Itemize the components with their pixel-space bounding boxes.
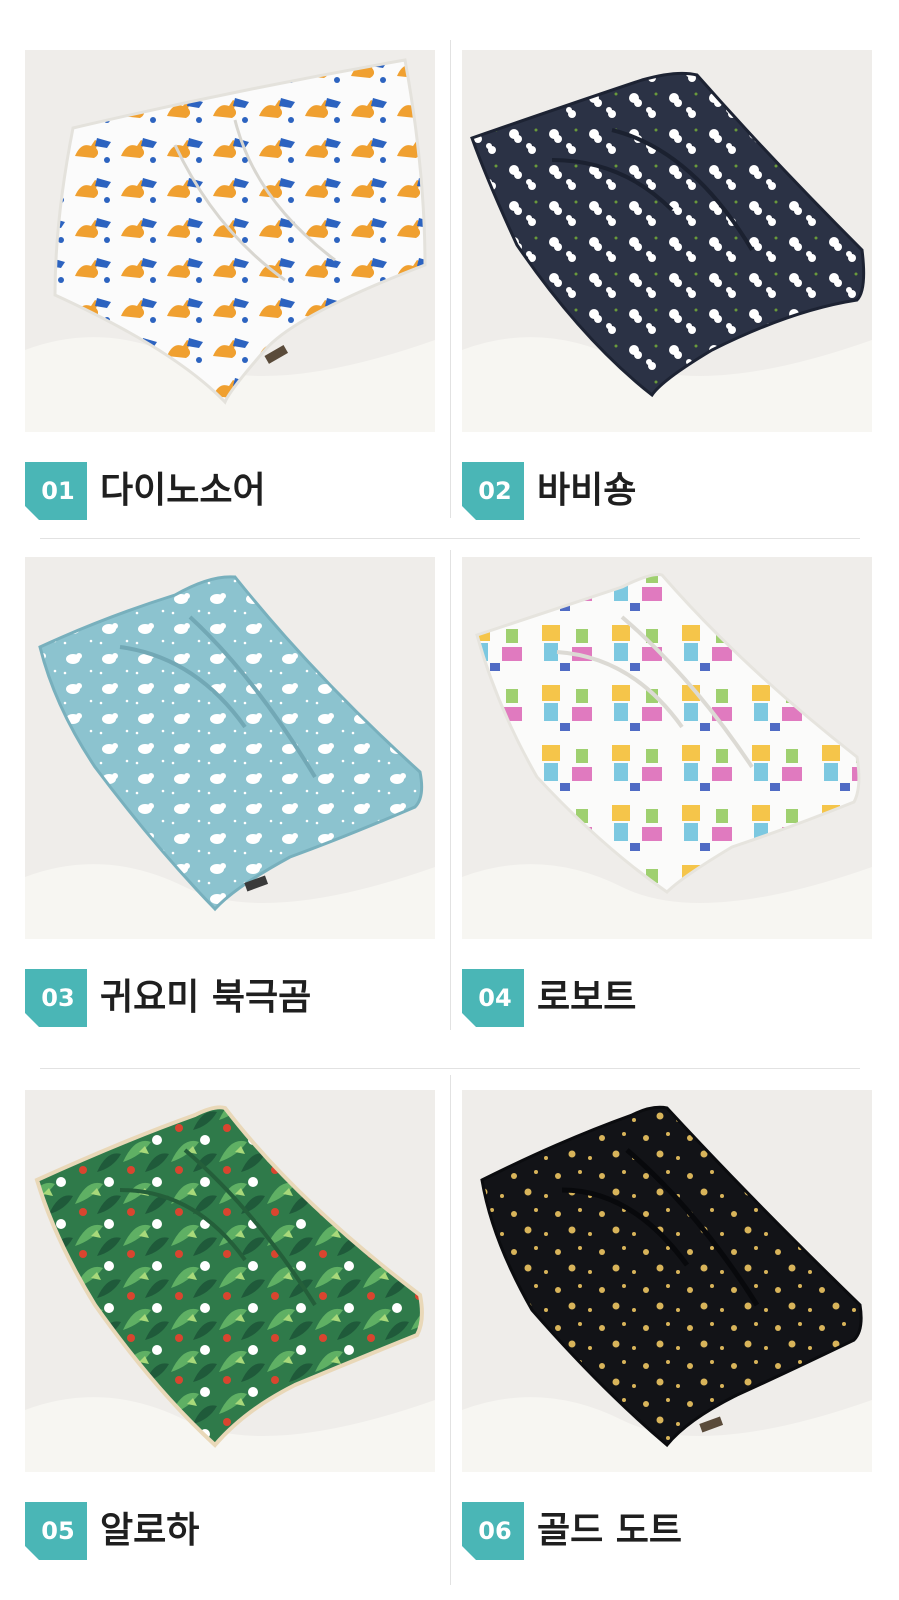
row-divider (40, 1068, 860, 1069)
product-label: 06 골드 도트 (462, 1500, 872, 1560)
pillow-image (462, 50, 872, 432)
badge-number: 06 (478, 1517, 512, 1545)
column-divider (450, 40, 451, 518)
product-label: 03 귀요미 북극곰 (25, 967, 435, 1027)
product-name: 알로하 (100, 1510, 200, 1551)
pillow-image (25, 1090, 435, 1472)
row-divider (40, 538, 860, 539)
product-photo-bichon[interactable] (462, 50, 872, 432)
number-badge: 04 (462, 969, 524, 1027)
product-photo-robot[interactable] (462, 557, 872, 939)
pillow-image (25, 50, 435, 432)
product-photo-gold-dot[interactable] (462, 1090, 872, 1472)
product-photo-dinosaur[interactable] (25, 50, 435, 432)
product-name: 바비숑 (537, 470, 637, 511)
number-badge: 01 (25, 462, 87, 520)
badge-number: 04 (478, 984, 512, 1012)
badge-number: 05 (41, 1517, 75, 1545)
badge-number: 03 (41, 984, 75, 1012)
product-label: 02 바비숑 (462, 460, 872, 520)
product-name: 다이노소어 (100, 470, 266, 511)
product-label: 04 로보트 (462, 967, 872, 1027)
pillow-image (462, 1090, 872, 1472)
product-name: 귀요미 북극곰 (100, 977, 312, 1018)
number-badge: 03 (25, 969, 87, 1027)
product-label: 01 다이노소어 (25, 460, 435, 520)
product-name: 골드 도트 (537, 1510, 683, 1551)
product-grid: 01 다이노소어 02 바비숑 03 귀요미 북극곰 04 로보트 05 알로하… (0, 0, 899, 1600)
column-divider (450, 1075, 451, 1585)
number-badge: 06 (462, 1502, 524, 1560)
number-badge: 02 (462, 462, 524, 520)
product-label: 05 알로하 (25, 1500, 435, 1560)
pillow-image (25, 557, 435, 939)
badge-number: 01 (41, 477, 75, 505)
column-divider (450, 550, 451, 1030)
product-photo-polar-bear[interactable] (25, 557, 435, 939)
number-badge: 05 (25, 1502, 87, 1560)
product-name: 로보트 (537, 977, 637, 1018)
badge-number: 02 (478, 477, 512, 505)
pillow-image (462, 557, 872, 939)
product-photo-aloha[interactable] (25, 1090, 435, 1472)
